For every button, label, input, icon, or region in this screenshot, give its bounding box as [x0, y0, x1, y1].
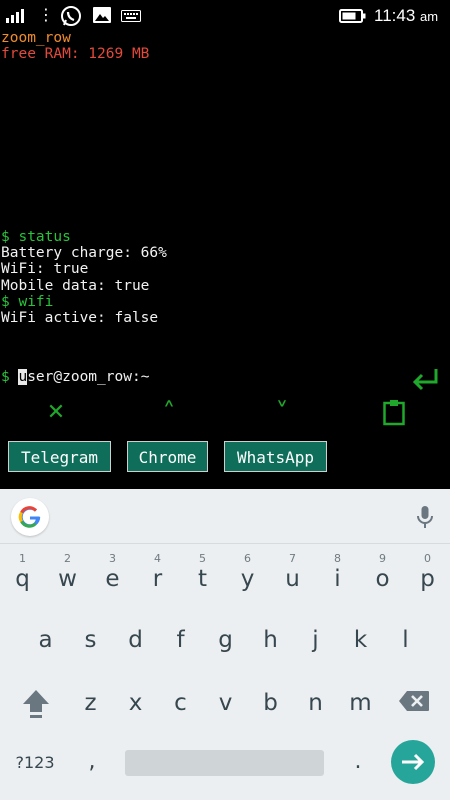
- microphone-icon[interactable]: [414, 504, 436, 530]
- key-b[interactable]: b: [248, 675, 293, 731]
- key-r[interactable]: 4r: [135, 551, 180, 607]
- key-s[interactable]: s: [68, 612, 113, 668]
- menu-dots-icon: ⋮: [38, 5, 54, 24]
- terminal-line: $ wifi: [1, 293, 54, 310]
- key-hint: 2: [64, 552, 71, 565]
- key-label: y: [240, 566, 255, 592]
- keyboard-suggestion-bar: [0, 489, 450, 544]
- key-m[interactable]: m: [338, 675, 383, 731]
- key-x[interactable]: x: [113, 675, 158, 731]
- key-o[interactable]: 9o: [360, 551, 405, 607]
- enter-arrow-icon[interactable]: [410, 366, 440, 394]
- key-hint: 8: [334, 552, 341, 565]
- terminal-prompt[interactable]: $ user@zoom_row:~: [1, 369, 150, 386]
- whatsapp-icon: [61, 6, 81, 26]
- key-hint: 5: [199, 552, 206, 565]
- key-label: p: [420, 566, 435, 592]
- keyboard-row-1: 1q2w3e4r5t6y7u8i9o0p: [0, 551, 450, 607]
- google-icon[interactable]: [11, 498, 49, 536]
- key-z[interactable]: z: [68, 675, 113, 731]
- symbols-key[interactable]: ?123: [10, 745, 60, 781]
- free-ram-text: free RAM: 1269 MB: [1, 46, 150, 62]
- key-hint: 9: [379, 552, 386, 565]
- terminal-line: Mobile data: true: [1, 277, 150, 294]
- session-name: zoom_row: [1, 30, 71, 46]
- terminal-line: WiFi active: false: [1, 310, 159, 327]
- key-t[interactable]: 5t: [180, 551, 225, 607]
- key-hint: 0: [424, 552, 431, 565]
- key-f[interactable]: f: [158, 612, 203, 668]
- key-label: o: [375, 566, 390, 592]
- key-label: w: [58, 566, 77, 592]
- keyboard: 1q2w3e4r5t6y7u8i9o0p asdfghjkl zxcvbnm ?…: [0, 489, 450, 800]
- key-u[interactable]: 7u: [270, 551, 315, 607]
- key-n[interactable]: n: [293, 675, 338, 731]
- key-hint: 6: [244, 552, 251, 565]
- period-key[interactable]: .: [346, 742, 370, 782]
- shift-icon[interactable]: [21, 688, 51, 720]
- key-w[interactable]: 2w: [45, 551, 90, 607]
- key-i[interactable]: 8i: [315, 551, 360, 607]
- key-label: r: [152, 566, 163, 592]
- key-hint: 3: [109, 552, 116, 565]
- arrow-down-icon[interactable]: ˅: [268, 398, 296, 428]
- terminal-line: Battery charge: 66%: [1, 245, 167, 262]
- keyboard-row-3: zxcvbnm: [0, 675, 450, 731]
- shortcut-whatsapp-button[interactable]: WhatsApp: [224, 441, 327, 472]
- comma-key[interactable]: ,: [80, 742, 104, 782]
- shortcut-chrome-button[interactable]: Chrome: [127, 441, 208, 472]
- key-hint: 1: [19, 552, 26, 565]
- key-k[interactable]: k: [338, 612, 383, 668]
- key-hint: 4: [154, 552, 161, 565]
- key-label: e: [105, 566, 120, 592]
- key-l[interactable]: l: [383, 612, 428, 668]
- arrow-right-icon: [402, 753, 425, 771]
- keyboard-icon: [121, 10, 141, 22]
- arrow-up-icon[interactable]: ˄: [155, 398, 183, 428]
- key-label: t: [197, 566, 208, 592]
- status-bar: ⋮ 11:43 am: [0, 0, 450, 32]
- close-icon[interactable]: ✕: [42, 400, 70, 426]
- terminal-line: $ status: [1, 229, 71, 245]
- key-j[interactable]: j: [293, 612, 338, 668]
- key-q[interactable]: 1q: [0, 551, 45, 607]
- shortcut-telegram-button[interactable]: Telegram: [8, 441, 111, 472]
- spacebar[interactable]: [125, 750, 324, 776]
- key-e[interactable]: 3e: [90, 551, 135, 607]
- key-hint: 7: [289, 552, 296, 565]
- key-a[interactable]: a: [23, 612, 68, 668]
- key-label: q: [15, 566, 30, 592]
- clock: 11:43 am: [374, 6, 439, 25]
- text-cursor: u: [18, 369, 28, 386]
- key-d[interactable]: d: [113, 612, 158, 668]
- keyboard-row-2: asdfghjkl: [0, 612, 450, 668]
- enter-key[interactable]: [391, 740, 435, 784]
- key-g[interactable]: g: [203, 612, 248, 668]
- backspace-icon[interactable]: [398, 690, 430, 712]
- terminal-line: WiFi: true: [1, 261, 89, 278]
- terminal-output: $ status Battery charge: 66% WiFi: true Mob…: [1, 229, 167, 326]
- key-h[interactable]: h: [248, 612, 293, 668]
- battery-icon: [339, 9, 366, 23]
- signal-icon: [6, 7, 28, 23]
- clipboard-icon[interactable]: [382, 398, 406, 426]
- key-label: u: [285, 566, 300, 592]
- key-label: i: [334, 566, 341, 592]
- key-v[interactable]: v: [203, 675, 248, 731]
- image-icon: [93, 7, 111, 23]
- prompt-text: ser@zoom_row:~: [27, 369, 150, 385]
- key-y[interactable]: 6y: [225, 551, 270, 607]
- key-c[interactable]: c: [158, 675, 203, 731]
- key-p[interactable]: 0p: [405, 551, 450, 607]
